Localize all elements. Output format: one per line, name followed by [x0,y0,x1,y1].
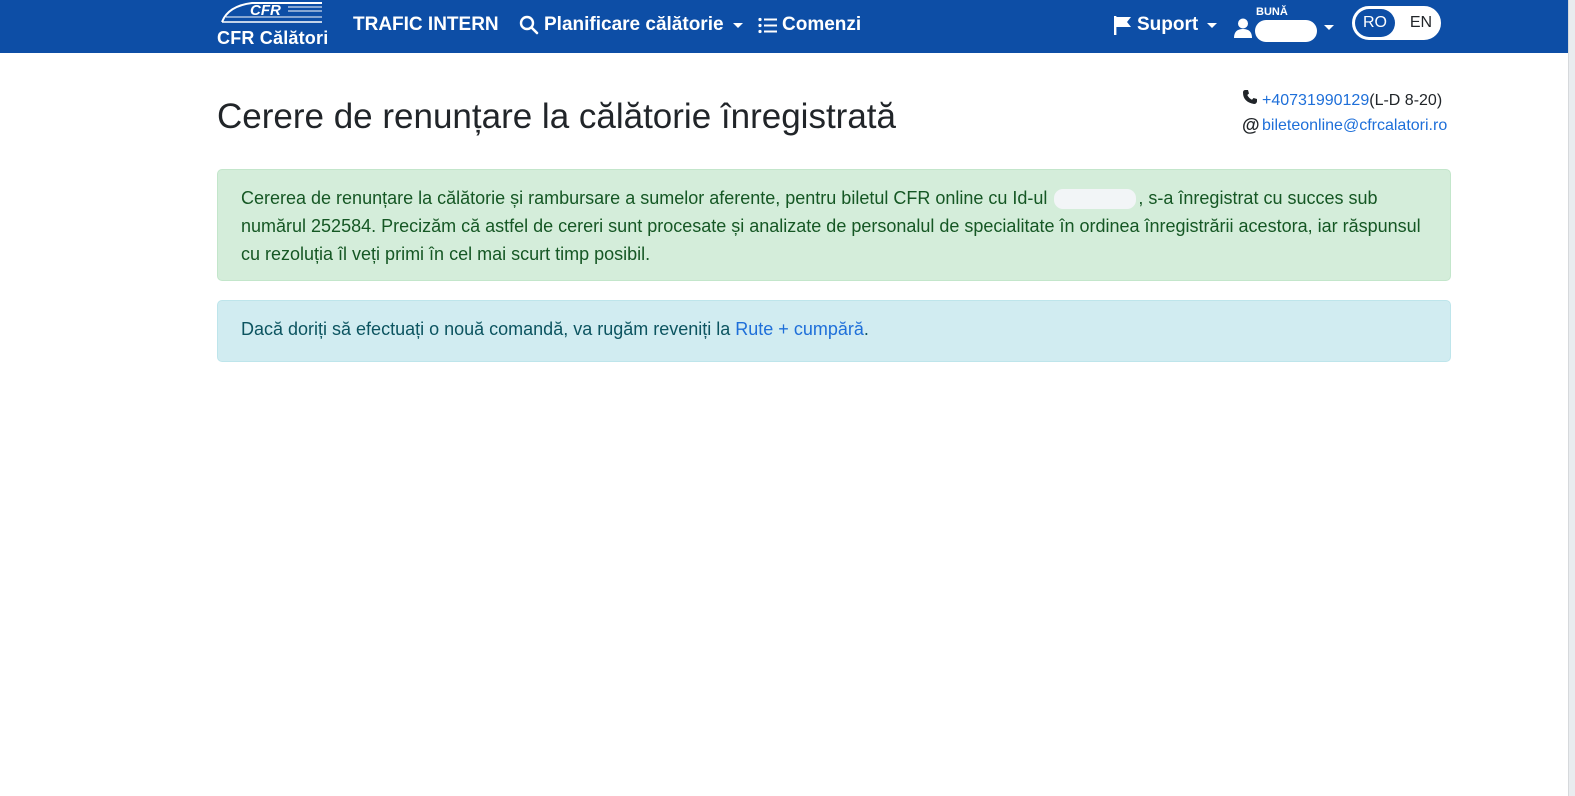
language-toggle[interactable]: RO EN [1352,6,1441,40]
logo-small-text: CFR [250,2,281,19]
phone-icon [1242,88,1262,113]
ticket-id-redacted [1054,189,1137,210]
contact-info: +40731990129 (L-D 8-20) @ bileteonline@c… [1242,88,1447,138]
phone-hours: (L-D 8-20) [1369,92,1443,109]
nav-suport-label: Suport [1137,14,1199,35]
logo-text: CFR Călători [217,28,329,48]
info-text-end: . [863,319,869,339]
nav-comenzi-label: Comenzi [782,14,862,35]
info-alert: Dacă doriți să efectuați o nouă comandă,… [217,300,1451,362]
chevron-down-icon [1324,25,1334,30]
at-icon: @ [1242,115,1260,135]
top-navbar: CFR CFR Călători TRAFIC INTERN Planifica… [0,0,1568,53]
contact-email-row: @ bileteonline@cfrcalatori.ro [1242,113,1447,138]
nav-planificare-label: Planificare călătorie [544,14,724,35]
page-title: Cerere de renunțare la călătorie înregis… [217,97,896,136]
chevron-down-icon [732,22,743,28]
email-link[interactable]: bileteonline@cfrcalatori.ro [1262,113,1447,138]
success-text-start: Cererea de renunțare la călătorie și ram… [241,188,1053,208]
window-edge [1568,0,1575,796]
user-menu[interactable]: BUNĂ [1233,6,1343,46]
phone-link[interactable]: +40731990129 [1262,88,1369,113]
chevron-down-icon [1207,22,1218,28]
nav-trafic-intern[interactable]: TRAFIC INTERN [353,12,499,38]
success-alert: Cererea de renunțare la călătorie și ram… [217,169,1451,281]
lang-en-option[interactable]: EN [1402,9,1440,37]
user-icon [1234,18,1252,38]
nav-suport[interactable]: Suport [1114,12,1218,38]
contact-phone-row: +40731990129 (L-D 8-20) [1242,88,1447,113]
nav-planificare-calatorie[interactable]: Planificare călătorie [519,12,743,38]
user-greeting: BUNĂ [1256,6,1288,18]
info-text: Dacă doriți să efectuați o nouă comandă,… [241,319,736,339]
search-icon [519,15,539,35]
nav-trafic-label: TRAFIC INTERN [353,14,499,35]
user-name-redacted [1255,20,1317,42]
flag-icon [1114,15,1131,35]
nav-comenzi[interactable]: Comenzi [758,12,861,38]
cfr-calatori-logo[interactable]: CFR CFR Călători [216,0,329,50]
list-icon [758,17,777,33]
lang-ro-option[interactable]: RO [1355,9,1395,37]
rute-cumpara-link[interactable]: Rute + cumpără [735,319,864,339]
